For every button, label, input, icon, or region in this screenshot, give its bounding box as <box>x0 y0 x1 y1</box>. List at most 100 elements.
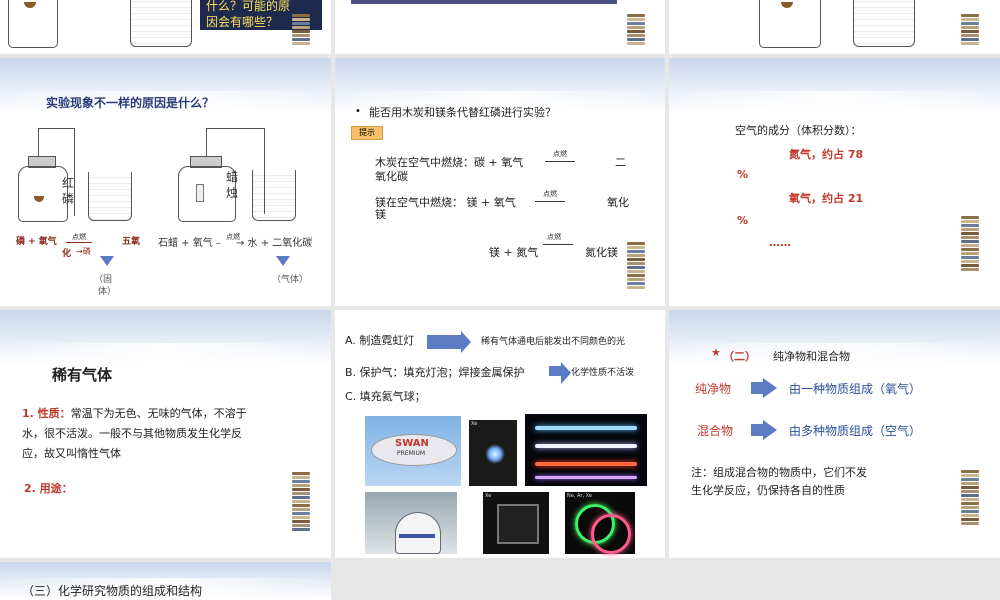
slide-thumbnail-5[interactable]: • 能否用木炭和镁条代替红磷进行实验？ 提示 木炭在空气中燃烧：碳 + 氧气 点… <box>335 58 665 306</box>
note-line-2: 生化学反应，仍保持各自的性质 <box>691 484 845 497</box>
equation-wax: 石蜡 + 氧气 – <box>158 238 221 249</box>
arrow-icon <box>427 331 471 353</box>
books-icon <box>627 242 645 290</box>
blimp-text: SWAN <box>395 438 429 449</box>
sky-header <box>0 310 331 365</box>
use-b: B. 保护气：填充灯泡；焊接金属保护 <box>345 366 525 379</box>
slide-thumbnail-10[interactable]: （三）化学研究物质的组成和结构 <box>0 562 331 600</box>
eq-arrow <box>66 242 92 243</box>
neon-tube <box>535 476 637 479</box>
lamp-box-photo: Xe <box>483 492 549 554</box>
line2-product-cont: 镁 <box>375 208 386 221</box>
gas-bottle <box>18 166 68 222</box>
eq-right: 五氧 <box>122 237 141 247</box>
property-block: 1. 性质：常温下为无色、无味的气体，不溶于 水，很不活泼。一般不与其他物质发生… <box>22 404 292 464</box>
glass-tube <box>74 128 75 216</box>
slide-thumbnail-4[interactable]: 实验现象不一样的原因是什么？ 红 磷 蜡 烛 磷 + 氧气 点燃 化 →磷 五氧… <box>0 58 331 306</box>
pure-desc: 由一种物质组成（氧气） <box>789 382 922 396</box>
line2-condition: 点燃 <box>543 190 557 198</box>
use-b-desc: 化学性质不活泼 <box>571 368 635 378</box>
slide-thumbnail-6[interactable]: 空气的成分（体积分数）： 氮气，约占 78 % 氧气，约占 21 % …… <box>669 58 1000 306</box>
note-solid-2: 体） <box>98 287 117 297</box>
sky-header <box>669 58 1000 113</box>
water-beaker <box>88 172 132 221</box>
label-candle: 烛 <box>226 186 239 200</box>
line3-arrow <box>543 244 573 245</box>
note-gas: （气体） <box>272 275 309 285</box>
property-label: 1. 性质： <box>22 407 71 420</box>
heading-title: 纯净物和混合物 <box>773 350 850 363</box>
eq-left: 磷 + 氧气 <box>16 237 57 247</box>
books-icon <box>292 472 310 532</box>
property-text-2: 水，很不活泼。一般不与其他物质发生化学反 <box>22 427 242 440</box>
beaker-diagram <box>853 0 915 47</box>
mixture-label: 混合物 <box>697 424 734 438</box>
arrow-icon-head <box>763 420 777 440</box>
use-a: A. 制造霓虹灯 <box>345 334 415 347</box>
slide-title: 实验现象不一样的原因是什么？ <box>46 96 215 110</box>
nitrogen-share: 氮气，约占 78 <box>789 148 864 161</box>
dark-bar <box>351 0 617 4</box>
slide-thumbnail-3[interactable] <box>669 0 1000 54</box>
down-arrow <box>276 256 290 266</box>
arrow-icon-head <box>763 378 777 398</box>
neon-tubes-photo <box>525 414 647 486</box>
oxygen-share: 氧气，约占 21 <box>789 192 864 205</box>
eq-mid: 化 <box>62 249 72 259</box>
arrow-icon <box>549 362 571 384</box>
slide-thumbnail-2[interactable] <box>335 0 665 54</box>
neon-tube <box>535 462 637 466</box>
slide-thumbnail-7[interactable]: 稀有气体 1. 性质：常温下为无色、无味的气体，不溶于 水，很不活泼。一般不与其… <box>0 310 331 558</box>
line3-product: 氮化镁 <box>585 246 618 259</box>
heading-number: （二） <box>723 350 756 363</box>
line1-condition: 点燃 <box>553 150 567 158</box>
note-line-1: 注：组成混合物的物质中，它们不发 <box>691 466 867 479</box>
photo-label: Xe <box>471 421 478 427</box>
candle <box>196 184 204 202</box>
use-c: C. 填充氦气球； <box>345 390 426 403</box>
composition-title: 空气的成分（体积分数）： <box>735 124 862 137</box>
train-nose <box>395 512 441 554</box>
glass-tube <box>206 128 264 129</box>
beaker-diagram <box>130 0 192 47</box>
property-text-1: 常温下为无色、无味的气体，不溶于 <box>70 407 247 420</box>
slide-thumbnail-1[interactable]: 什么？可能的原 因会有哪些？ <box>0 0 331 54</box>
blimp-photo: SWAN PREMIUM <box>365 416 461 486</box>
glow-sphere <box>591 514 631 554</box>
books-icon <box>961 470 979 526</box>
hint-button[interactable]: 提示 <box>351 126 383 140</box>
percent-2: % <box>737 214 749 227</box>
line2-arrow <box>535 201 565 202</box>
slide-thumbnail-9[interactable]: ★ （二） 纯净物和混合物 纯净物 由一种物质组成（氧气） 混合物 由多种物质组… <box>669 310 1000 558</box>
train-photo <box>365 492 457 554</box>
books-icon <box>627 14 645 46</box>
label-wax: 蜡 <box>226 170 239 184</box>
use-a-desc: 稀有气体通电后能发出不同颜色的光 <box>481 337 626 347</box>
books-icon <box>292 14 310 46</box>
eq-condition: 点燃 <box>72 233 86 241</box>
line1-product-cont: 氧化碳 <box>375 170 408 183</box>
property-text-3: 应，故又叫惰性气体 <box>22 447 121 460</box>
mixture-desc: 由多种物质组成（空气） <box>789 424 922 438</box>
glow-spheres-photo: Ne, Ar, Xe <box>565 492 635 554</box>
lamp-glow <box>485 444 505 464</box>
books-icon <box>961 14 979 46</box>
line3-condition: 点燃 <box>547 233 561 241</box>
slide-title: 稀有气体 <box>52 366 113 384</box>
down-arrow <box>100 256 114 266</box>
eq2-right: → 水 + 二氧化碳 <box>236 238 313 249</box>
line2-text: 镁在空气中燃烧： 镁 + 氧气 <box>375 196 516 209</box>
arrow-icon <box>751 382 763 394</box>
ellipsis: …… <box>769 236 791 249</box>
label-phosphorus: 磷 <box>62 192 75 206</box>
glass-tube <box>38 128 74 129</box>
slide-thumbnail-8[interactable]: A. 制造霓虹灯 稀有气体通电后能发出不同颜色的光 B. 保护气：填充灯泡；焊接… <box>335 310 665 558</box>
bullet-dot: • <box>355 106 361 117</box>
arrow-icon <box>751 424 763 436</box>
eq-right-sub: →磷 <box>76 247 91 256</box>
lamp-photo-xe: Xe <box>469 420 517 486</box>
neon-tube <box>535 426 637 430</box>
use-label: 2. 用途： <box>24 482 73 495</box>
line1-arrow <box>545 161 575 162</box>
label-red: 红 <box>62 176 75 190</box>
